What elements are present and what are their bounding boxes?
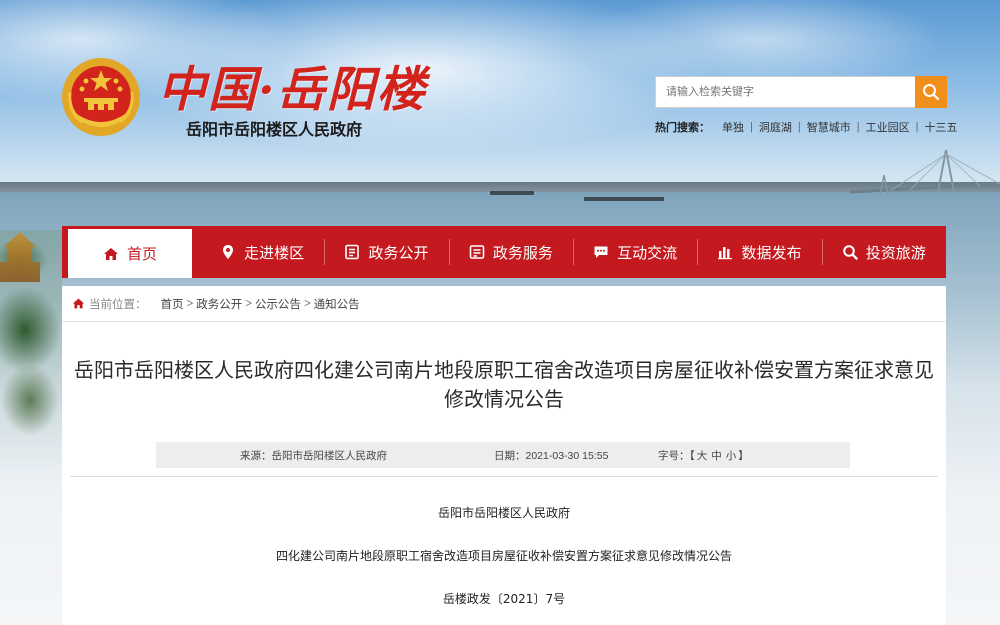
divider <box>70 476 938 477</box>
boat-decoration <box>584 197 664 201</box>
nav-item-label: 政务公开 <box>368 244 429 262</box>
nav-item-label: 政务服务 <box>492 244 553 262</box>
home-icon <box>72 298 85 309</box>
breadcrumb-link[interactable]: 首页 <box>161 296 184 312</box>
font-size-selector: 字号：【大中小】 <box>658 448 749 463</box>
hot-search-item[interactable]: 工业园区 <box>866 119 910 135</box>
nav-item-label: 互动交流 <box>617 244 678 262</box>
separator: | <box>750 121 753 133</box>
article-body-line: 岳楼政发〔2021〕7号 <box>442 592 566 606</box>
nav-item-label: 数据发布 <box>741 244 802 262</box>
nav-item-label: 首页 <box>126 246 157 263</box>
search-button[interactable] <box>915 76 947 108</box>
breadcrumb-separator: > <box>245 297 252 310</box>
nav-item-district[interactable]: 走进楼区 <box>200 226 324 278</box>
breadcrumb-link[interactable]: 政务公开 <box>196 296 242 312</box>
hot-search-item[interactable]: 十三五 <box>924 119 957 135</box>
search-zoom-icon <box>842 244 858 260</box>
font-size-small-button[interactable]: 小 <box>726 450 737 462</box>
bridge-decoration <box>850 150 1000 196</box>
breadcrumb-link[interactable]: 通知公告 <box>314 296 360 312</box>
nav-item-label: 走进楼区 <box>244 244 305 262</box>
article-body-line: 四化建公司南片地段原职工宿舍改造项目房屋征收补偿安置方案征求意见修改情况公告 <box>275 549 732 563</box>
article-title: 岳阳市岳阳楼区人民政府四化建公司南片地段原职工宿舍改造项目房屋征收补偿安置方案征… <box>74 358 934 411</box>
search-input[interactable] <box>655 76 915 108</box>
article-body-line: 岳阳市岳阳楼区人民政府 <box>437 506 570 520</box>
service-icon <box>469 244 485 260</box>
hot-search-item[interactable]: 单独 <box>722 119 744 135</box>
bar-chart-icon <box>717 244 733 260</box>
home-icon <box>103 246 119 262</box>
hot-search: 热门搜索： 单独 | 洞庭湖 | 智慧城市 | 工业园区 | 十三五 <box>655 120 957 134</box>
breadcrumb-link[interactable]: 公示公告 <box>255 296 301 312</box>
breadcrumb-label: 当前位置： <box>89 298 147 311</box>
article-source: 来源：岳阳市岳阳楼区人民政府 <box>240 449 387 462</box>
boat-decoration <box>490 191 534 195</box>
location-pin-icon <box>220 244 236 260</box>
hot-search-item[interactable]: 洞庭湖 <box>759 119 792 135</box>
separator: | <box>856 121 860 133</box>
nav-item-gov-affairs[interactable]: 政务公开 <box>324 226 448 278</box>
content-panel: 当前位置： 首页 > 政务公开 > 公示公告 > 通知公告 岳阳市岳阳楼区人民政… <box>62 286 946 625</box>
hot-search-item[interactable]: 智慧城市 <box>807 119 851 135</box>
separator: | <box>915 121 919 133</box>
national-emblem-icon <box>62 58 140 136</box>
nav-item-investment-tourism[interactable]: 投资旅游 <box>821 226 946 278</box>
search-icon <box>923 84 940 101</box>
nav-item-gov-services[interactable]: 政务服务 <box>448 226 573 278</box>
site-subtitle: 岳阳市岳阳楼区人民政府 <box>186 122 363 139</box>
article-date: 日期：2021-03-30 15:55 <box>494 449 609 462</box>
font-size-large-button[interactable]: 大 <box>697 450 708 462</box>
breadcrumb: 当前位置： 首页 > 政务公开 > 公示公告 > 通知公告 <box>62 286 946 322</box>
nav-item-interaction[interactable]: 互动交流 <box>572 226 697 278</box>
document-icon <box>344 244 360 260</box>
chat-icon <box>593 244 609 260</box>
font-size-close: 】 <box>738 449 749 462</box>
article-meta-bar: 来源：岳阳市岳阳楼区人民政府 日期：2021-03-30 15:55 字号：【大… <box>156 442 850 468</box>
separator: | <box>797 121 801 133</box>
nav-item-label: 投资旅游 <box>865 244 926 262</box>
breadcrumb-separator: > <box>303 297 311 310</box>
breadcrumb-separator: > <box>186 297 194 310</box>
font-size-medium-button[interactable]: 中 <box>711 450 722 462</box>
site-title: 中国·岳阳楼 <box>158 62 427 118</box>
hot-search-label: 热门搜索： <box>655 122 710 134</box>
nav-item-home[interactable]: 首页 <box>68 226 192 278</box>
nav-item-data-release[interactable]: 数据发布 <box>697 226 821 278</box>
font-size-label: 字号：【 <box>658 449 695 462</box>
main-nav: 首页 走进楼区 政务公开 政务服务 互动交流 数据发布 投资旅游 <box>62 226 946 278</box>
